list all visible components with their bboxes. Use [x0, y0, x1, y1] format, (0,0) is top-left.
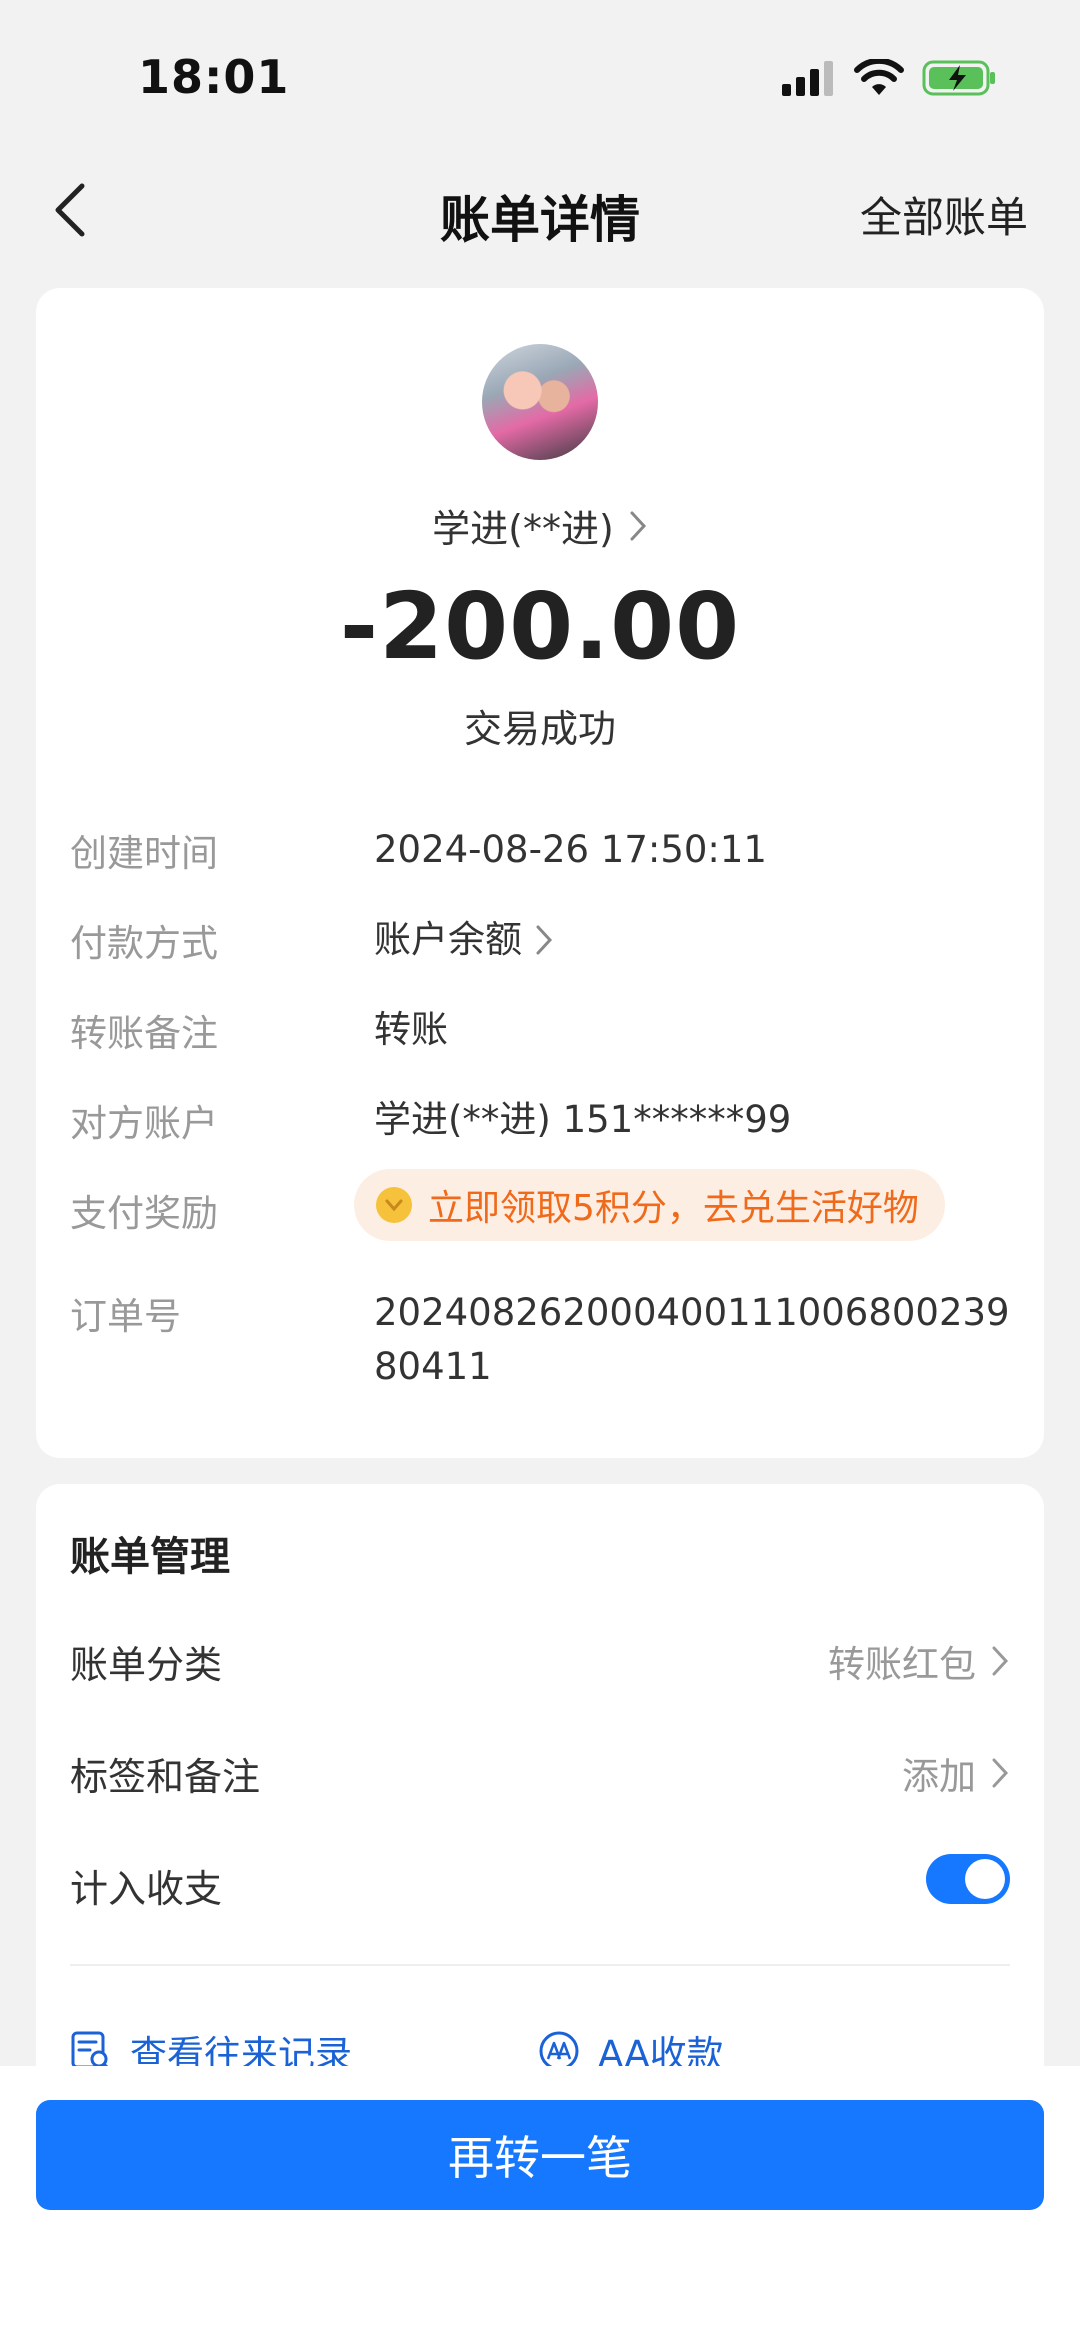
- status-icons: [780, 58, 998, 98]
- transfer-again-button[interactable]: 再转一笔: [36, 2100, 1044, 2210]
- coin-icon: [376, 1187, 412, 1223]
- payee-name: 学进(**进): [432, 507, 614, 551]
- payment-method-value: 账户余额: [374, 913, 1010, 967]
- chevron-right-icon: [630, 511, 646, 540]
- transaction-amount: -200.00: [339, 573, 741, 680]
- bill-category-value: 转账红包: [828, 1643, 976, 1686]
- detail-value: 账户余额: [374, 918, 522, 961]
- battery-charging-icon: [922, 60, 995, 96]
- chevron-right-icon: [992, 1646, 1009, 1676]
- detail-label: 转账备注: [70, 1012, 218, 1055]
- transaction-status: 交易成功: [463, 707, 616, 751]
- reward-pill[interactable]: 立即领取5积分，去兑生活好物: [354, 1169, 945, 1241]
- chevron-right-icon: [992, 1758, 1009, 1788]
- include-in-stats-label: 计入收支: [70, 1867, 223, 1911]
- detail-row-remark: 转账备注 转账: [70, 1003, 1010, 1057]
- divider: [70, 1964, 1010, 1966]
- status-time: 18:01: [138, 50, 290, 104]
- toggle-knob: [965, 1859, 1005, 1899]
- detail-label: 对方账户: [70, 1102, 218, 1145]
- signal-icon: [782, 61, 833, 96]
- nav-bar: 账单详情 全部账单: [0, 150, 1080, 270]
- tags-notes-value-group: 添加: [902, 1746, 1010, 1800]
- include-in-stats-toggle[interactable]: [926, 1854, 1010, 1904]
- bottom-bar: 再转一笔: [0, 2066, 1080, 2342]
- status-bar: 18:01: [0, 0, 1080, 150]
- section-title: 账单管理: [70, 1534, 230, 1580]
- avatar[interactable]: [482, 344, 598, 460]
- detail-row-order-number: 订单号 20240826200040011100680023980411: [70, 1286, 1010, 1406]
- bill-category-value-group: 转账红包: [828, 1634, 1010, 1688]
- detail-label: 创建时间: [70, 832, 218, 875]
- detail-row-payment-method[interactable]: 付款方式 账户余额: [70, 913, 1010, 967]
- detail-row-reward: 支付奖励 立即领取5积分，去兑生活好物: [70, 1169, 1010, 1241]
- detail-label: 支付奖励: [70, 1192, 218, 1235]
- bill-category-label: 账单分类: [70, 1643, 223, 1687]
- tags-notes-value: 添加: [902, 1755, 976, 1798]
- detail-value: 转账: [374, 1008, 448, 1051]
- detail-value: 学进(**进) 151******99: [374, 1098, 792, 1141]
- bill-category-row[interactable]: 账单分类 转账红包: [70, 1630, 1010, 1690]
- wifi-icon: [854, 59, 904, 95]
- detail-row-created-time: 创建时间 2024-08-26 17:50:11: [70, 823, 1010, 877]
- chevron-right-icon: [536, 925, 553, 955]
- tags-notes-row[interactable]: 标签和备注 添加: [70, 1742, 1010, 1802]
- tags-notes-label: 标签和备注: [70, 1755, 261, 1799]
- detail-value: 20240826200040011100680023980411: [374, 1291, 1010, 1388]
- detail-value: 2024-08-26 17:50:11: [374, 828, 767, 871]
- detail-label: 付款方式: [70, 922, 218, 965]
- include-in-stats-row: 计入收支: [70, 1854, 1010, 1914]
- all-bills-link[interactable]: 全部账单: [860, 184, 1028, 245]
- detail-label: 订单号: [70, 1295, 181, 1338]
- reward-text: 立即领取5积分，去兑生活好物: [428, 1188, 919, 1229]
- transaction-card: 学进(**进) -200.00 交易成功 创建时间 2024-08-26 17:…: [36, 288, 1044, 1458]
- detail-row-counterparty: 对方账户 学进(**进) 151******99: [70, 1093, 1010, 1147]
- payee-link[interactable]: 学进(**进): [36, 498, 1044, 553]
